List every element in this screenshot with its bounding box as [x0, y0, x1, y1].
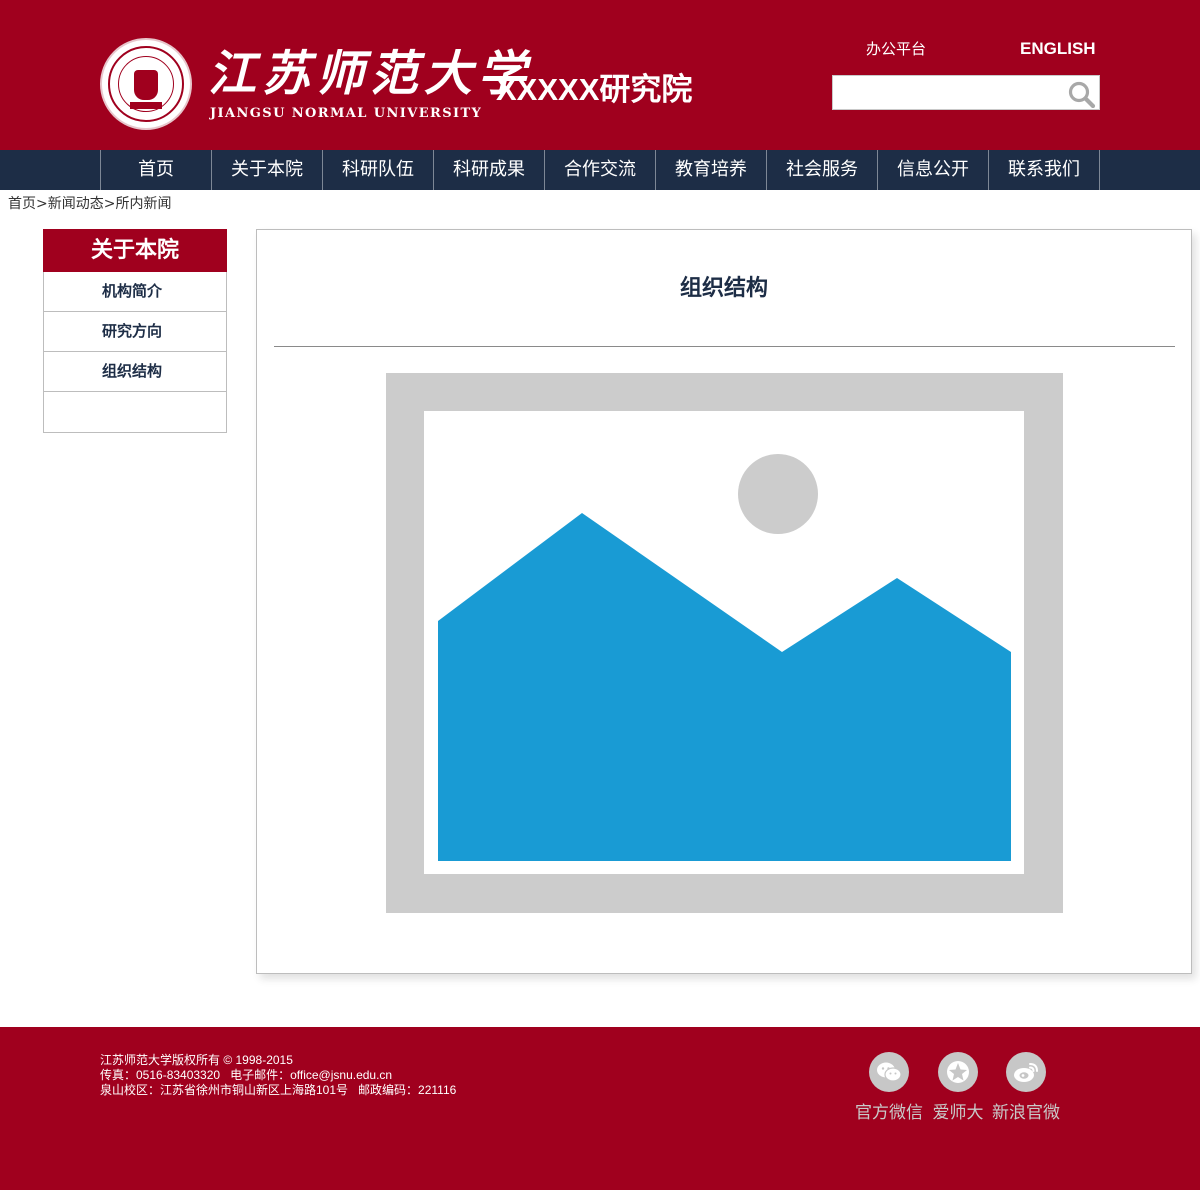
search-box [832, 75, 1100, 110]
sidebar-item-org-structure[interactable]: 组织结构 [44, 352, 226, 392]
wechat-icon[interactable] [869, 1052, 909, 1092]
english-link[interactable]: ENGLISH [1020, 39, 1096, 59]
sidebar-title: 关于本院 [43, 229, 227, 272]
social-wechat[interactable]: 官方微信 [853, 1052, 925, 1123]
office-platform-link[interactable]: 办公平台 [866, 38, 926, 59]
social-weibo[interactable]: 新浪官微 [989, 1052, 1063, 1123]
footer-contact: 传真：0516-83403320 电子邮件：office@jsnu.edu.cn [100, 1068, 393, 1082]
seal-emblem-bar [130, 102, 162, 109]
social-label-aishida: 爱师大 [932, 1103, 984, 1123]
sun-icon [738, 454, 818, 534]
site-header: 江苏师范大学 JIANGSU NORMAL UNIVERSITY XXXXX研究… [0, 0, 1200, 150]
nav-item-contact[interactable]: 联系我们 [989, 150, 1100, 190]
search-icon[interactable] [1067, 80, 1097, 109]
nav-item-cooperation[interactable]: 合作交流 [545, 150, 656, 190]
nav-item-about[interactable]: 关于本院 [212, 150, 323, 190]
org-chart-image-placeholder [386, 373, 1063, 913]
search-input[interactable] [833, 76, 1063, 109]
nav-item-research-results[interactable]: 科研成果 [434, 150, 545, 190]
seal-emblem [134, 70, 158, 100]
university-name-cn: 江苏师范大学 [208, 46, 533, 102]
footer-copyright: 江苏师范大学版权所有 © 1998-2015 [100, 1053, 293, 1067]
weibo-icon[interactable] [1006, 1052, 1046, 1092]
footer-address: 泉山校区：江苏省徐州市铜山新区上海路101号 邮政编码：221116 [100, 1083, 457, 1097]
nav-item-research-team[interactable]: 科研队伍 [323, 150, 434, 190]
main-nav: 首页 关于本院 科研队伍 科研成果 合作交流 教育培养 社会服务 信息公开 联系… [0, 150, 1200, 190]
sidebar-list: 机构简介 研究方向 组织结构 [43, 272, 227, 433]
sidebar-item-overview[interactable]: 机构简介 [44, 272, 226, 312]
institute-name: XXXXX研究院 [496, 72, 693, 107]
footer-info: 江苏师范大学版权所有 © 1998-2015 传真：0516-83403320 … [100, 1053, 456, 1098]
nav-item-home[interactable]: 首页 [101, 150, 212, 190]
nav-item-education[interactable]: 教育培养 [656, 150, 767, 190]
sidebar-item-empty [44, 392, 226, 432]
sidebar-item-research-direction[interactable]: 研究方向 [44, 312, 226, 352]
social-label-wechat: 官方微信 [855, 1103, 923, 1123]
university-name-en: JIANGSU NORMAL UNIVERSITY [210, 106, 483, 121]
title-divider [274, 346, 1175, 347]
social-label-weibo: 新浪官微 [992, 1103, 1060, 1123]
breadcrumb[interactable]: 首页>新闻动态>所内新闻 [8, 194, 171, 214]
university-seal-logo[interactable] [100, 38, 192, 130]
nav-item-social-service[interactable]: 社会服务 [767, 150, 878, 190]
social-aishida[interactable]: 爱师大 [929, 1052, 987, 1123]
aishida-icon[interactable] [938, 1052, 978, 1092]
page-title: 组织结构 [679, 276, 768, 301]
nav-item-info-disclosure[interactable]: 信息公开 [878, 150, 989, 190]
content-panel: 组织结构 [256, 229, 1192, 974]
sidebar: 关于本院 机构简介 研究方向 组织结构 [43, 229, 227, 433]
site-footer: 江苏师范大学版权所有 © 1998-2015 传真：0516-83403320 … [0, 1027, 1200, 1190]
nav-list: 首页 关于本院 科研队伍 科研成果 合作交流 教育培养 社会服务 信息公开 联系… [100, 150, 1100, 190]
